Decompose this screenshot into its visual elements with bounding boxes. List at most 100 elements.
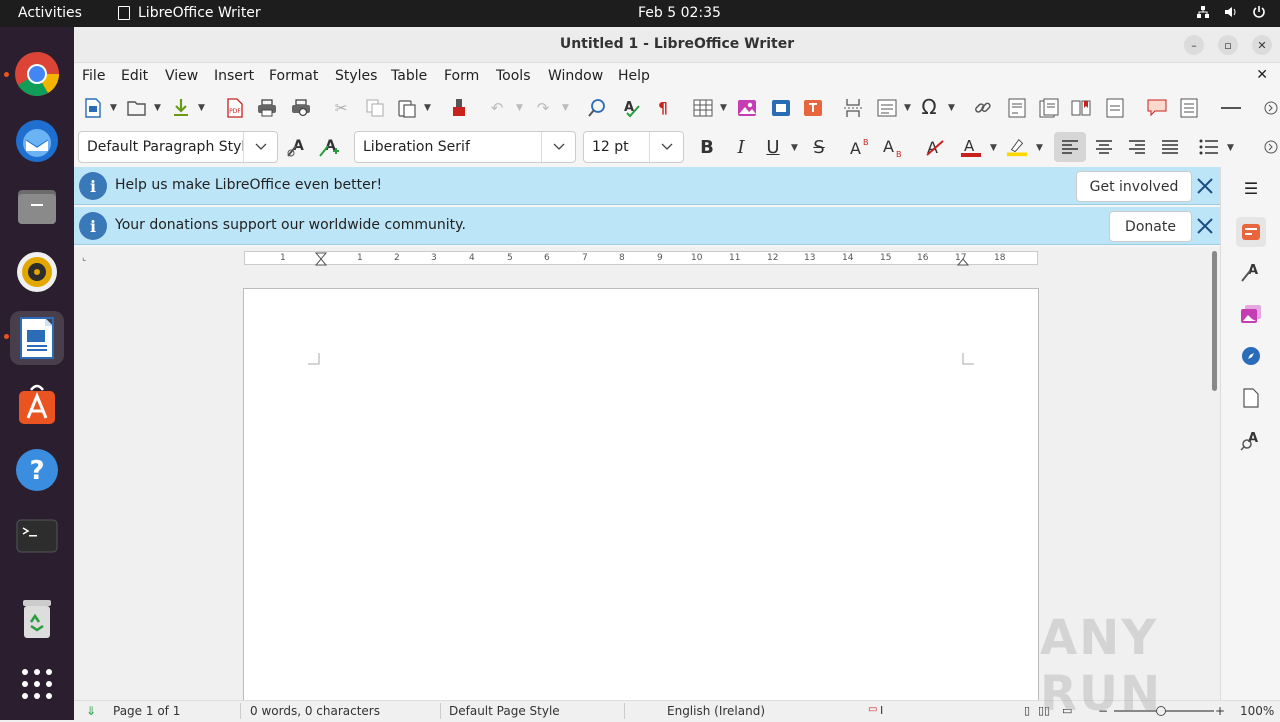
style-inspector-icon[interactable]: A [1238, 427, 1264, 453]
title-bar[interactable]: Untitled 1 - LibreOffice Writer – ▫ ✕ [74, 27, 1280, 63]
footnote-icon[interactable] [1006, 97, 1028, 119]
new-document-icon[interactable] [82, 97, 104, 119]
special-character-icon[interactable]: Ω [918, 95, 940, 119]
insert-textbox-icon[interactable] [802, 97, 824, 119]
chevron-down-icon[interactable]: ▼ [1227, 143, 1234, 153]
minimize-button[interactable]: – [1184, 35, 1204, 55]
word-count[interactable]: 0 words, 0 characters [250, 704, 380, 718]
menu-tools[interactable]: Tools [496, 68, 531, 84]
power-icon[interactable] [1252, 5, 1266, 23]
bookmark-icon[interactable] [1070, 97, 1092, 119]
clock[interactable]: Feb 5 02:35 [638, 5, 721, 21]
activities-button[interactable]: Activities [18, 5, 82, 21]
navigator-icon[interactable] [1238, 343, 1264, 369]
export-pdf-icon[interactable]: PDF [224, 97, 246, 119]
show-apps-icon[interactable] [10, 657, 64, 711]
menu-form[interactable]: Form [444, 68, 479, 84]
undo-icon[interactable]: ↶ [486, 97, 508, 119]
menu-window[interactable]: Window [548, 68, 603, 84]
close-document-icon[interactable]: ✕ [1256, 67, 1268, 83]
print-preview-icon[interactable] [290, 97, 312, 119]
chevron-down-icon[interactable]: ▼ [562, 103, 569, 113]
underline-icon[interactable]: U [762, 136, 784, 158]
more-formatting-icon[interactable] [1260, 136, 1280, 158]
update-style-icon[interactable]: A [286, 136, 308, 158]
paste-icon[interactable] [396, 97, 418, 119]
list-icon[interactable] [1198, 136, 1220, 158]
network-icon[interactable] [1196, 5, 1210, 23]
table-icon[interactable] [692, 97, 714, 119]
page-style[interactable]: Default Page Style [449, 704, 560, 718]
justify-icon[interactable] [1159, 136, 1181, 158]
chevron-down-icon[interactable]: ▼ [720, 103, 727, 113]
superscript-icon[interactable]: AB [849, 136, 871, 158]
comment-icon[interactable] [1146, 97, 1168, 119]
menu-file[interactable]: File [82, 68, 105, 84]
redo-icon[interactable]: ↷ [532, 97, 554, 119]
print-icon[interactable] [256, 97, 278, 119]
font-color-icon[interactable]: A [960, 136, 982, 158]
styles-icon[interactable]: A [1238, 259, 1264, 285]
terminal-icon[interactable] [10, 509, 64, 563]
horizontal-ruler[interactable]: 1 1 2 3 4 5 6 7 8 9 10 11 12 13 14 15 16… [244, 251, 1038, 266]
insert-field-icon[interactable] [876, 97, 898, 119]
chevron-down-icon[interactable]: ▼ [154, 103, 161, 113]
cut-icon[interactable]: ✂ [330, 97, 352, 119]
volume-icon[interactable] [1224, 5, 1238, 23]
subscript-icon[interactable]: AB [882, 136, 904, 158]
rhythmbox-icon[interactable] [10, 245, 64, 299]
scrollbar-thumb[interactable] [1212, 251, 1217, 391]
menu-table[interactable]: Table [391, 68, 427, 84]
chevron-down-icon[interactable]: ▼ [948, 103, 955, 113]
chevron-down-icon[interactable]: ▼ [198, 103, 205, 113]
files-icon[interactable] [10, 179, 64, 233]
page-icon[interactable] [1238, 385, 1264, 411]
single-page-view-icon[interactable]: ▯ [1024, 704, 1030, 717]
get-involved-button[interactable]: Get involved [1076, 171, 1192, 202]
strikethrough-icon[interactable]: S [808, 136, 830, 158]
chevron-down-icon[interactable] [649, 132, 683, 162]
menu-styles[interactable]: Styles [335, 68, 377, 84]
chevron-down-icon[interactable]: ▼ [424, 103, 431, 113]
font-size-combo[interactable]: 12 pt [583, 131, 684, 163]
sidebar-menu-icon[interactable]: ☰ [1238, 175, 1264, 201]
bold-icon[interactable]: B [696, 136, 718, 158]
save-icon[interactable] [170, 97, 192, 119]
close-icon[interactable] [1194, 175, 1216, 197]
new-style-icon[interactable]: A [318, 136, 340, 158]
menu-insert[interactable]: Insert [214, 68, 254, 84]
chevron-down-icon[interactable] [541, 132, 575, 162]
hyperlink-icon[interactable] [972, 97, 994, 119]
endnote-icon[interactable] [1038, 97, 1060, 119]
menu-edit[interactable]: Edit [121, 68, 148, 84]
open-folder-icon[interactable] [126, 97, 148, 119]
chrome-icon[interactable] [10, 47, 64, 101]
tab-stop-icon[interactable]: ⌞ [82, 253, 86, 263]
clear-formatting-icon[interactable]: A [924, 136, 946, 158]
menu-help[interactable]: Help [618, 68, 650, 84]
app-menu[interactable]: LibreOffice Writer [118, 5, 261, 21]
insert-mode-icon[interactable]: ▭ [868, 704, 877, 715]
chevron-down-icon[interactable]: ▼ [990, 143, 997, 153]
properties-icon[interactable] [1236, 217, 1266, 247]
chevron-down-icon[interactable]: ▼ [516, 103, 523, 113]
cross-reference-icon[interactable] [1104, 97, 1126, 119]
align-left-icon[interactable] [1054, 132, 1086, 162]
font-name-combo[interactable]: Liberation Serif [354, 131, 576, 163]
align-right-icon[interactable] [1126, 136, 1148, 158]
maximize-button[interactable]: ▫ [1218, 35, 1238, 55]
highlight-color-icon[interactable] [1006, 136, 1028, 158]
left-indent-marker[interactable] [315, 252, 327, 266]
insert-image-icon[interactable] [736, 97, 758, 119]
language[interactable]: English (Ireland) [667, 704, 765, 718]
system-tray[interactable] [1196, 5, 1266, 23]
more-tools-icon[interactable] [1260, 97, 1280, 119]
help-icon[interactable]: ? [10, 443, 64, 497]
document-modified-icon[interactable]: ⇓ [86, 704, 96, 718]
chevron-down-icon[interactable]: ▼ [110, 103, 117, 113]
donate-button[interactable]: Donate [1109, 211, 1192, 242]
page-break-icon[interactable] [842, 97, 864, 119]
right-indent-marker[interactable] [957, 252, 969, 266]
chevron-down-icon[interactable]: ▼ [1036, 143, 1043, 153]
menu-format[interactable]: Format [269, 68, 318, 84]
